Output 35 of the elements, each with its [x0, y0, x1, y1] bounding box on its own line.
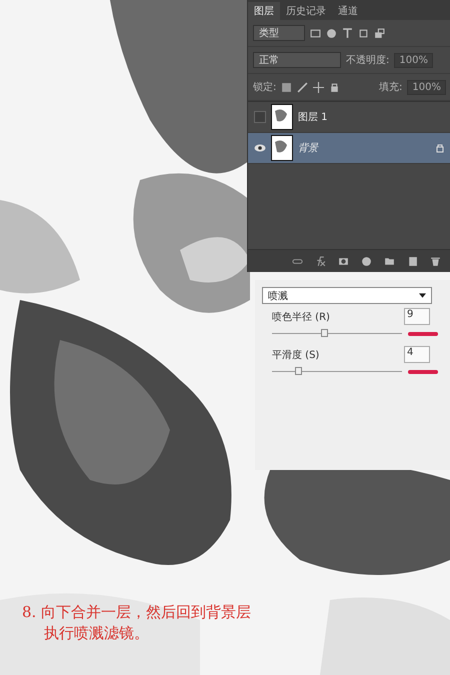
mask-icon[interactable]	[338, 256, 349, 266]
slider-thumb[interactable]	[321, 329, 328, 337]
adjustment-filter-icon[interactable]	[326, 28, 337, 38]
eye-icon[interactable]	[254, 144, 266, 152]
slider-thumb[interactable]	[295, 367, 302, 375]
blend-mode-dropdown[interactable]: 正常	[253, 52, 341, 68]
dropdown-arrow-icon	[419, 293, 426, 298]
new-layer-icon[interactable]	[407, 256, 418, 266]
image-filter-icon[interactable]	[310, 28, 321, 38]
adjustment-icon[interactable]	[361, 256, 372, 266]
layer-name: 背景	[298, 142, 320, 155]
param-label: 平滑度 (S)	[272, 348, 320, 362]
folder-icon[interactable]	[384, 256, 395, 266]
param-value-field[interactable]: 9	[404, 308, 430, 325]
smart-object-filter-icon[interactable]	[374, 28, 385, 38]
effects-icon[interactable]	[315, 256, 326, 266]
filter-dropdown[interactable]: 类型	[253, 25, 305, 41]
opacity-label: 不透明度:	[346, 54, 390, 67]
param-label: 喷色半径 (R)	[272, 310, 330, 324]
param-value-field[interactable]: 4	[404, 346, 430, 363]
lock-label: 锁定:	[253, 80, 276, 94]
layer-thumbnail	[272, 105, 292, 129]
fill-label: 填充:	[379, 80, 402, 94]
caption-line: 执行喷溅滤镜。	[43, 624, 150, 643]
layer-thumbnail	[272, 136, 292, 160]
trash-icon[interactable]	[430, 256, 441, 266]
move-icon[interactable]	[313, 82, 324, 92]
shape-filter-icon[interactable]	[358, 28, 369, 38]
panel-tab[interactable]: 图层	[248, 2, 280, 20]
filter-dropdown[interactable]: 喷溅	[262, 287, 432, 304]
layer-name: 图层 1	[298, 111, 329, 124]
type-filter-icon[interactable]	[342, 28, 353, 38]
lock-icon[interactable]	[329, 82, 340, 92]
caption-line: 8. 向下合并一层，然后回到背景层	[22, 603, 252, 622]
layer-row[interactable]: 背景	[248, 133, 450, 164]
